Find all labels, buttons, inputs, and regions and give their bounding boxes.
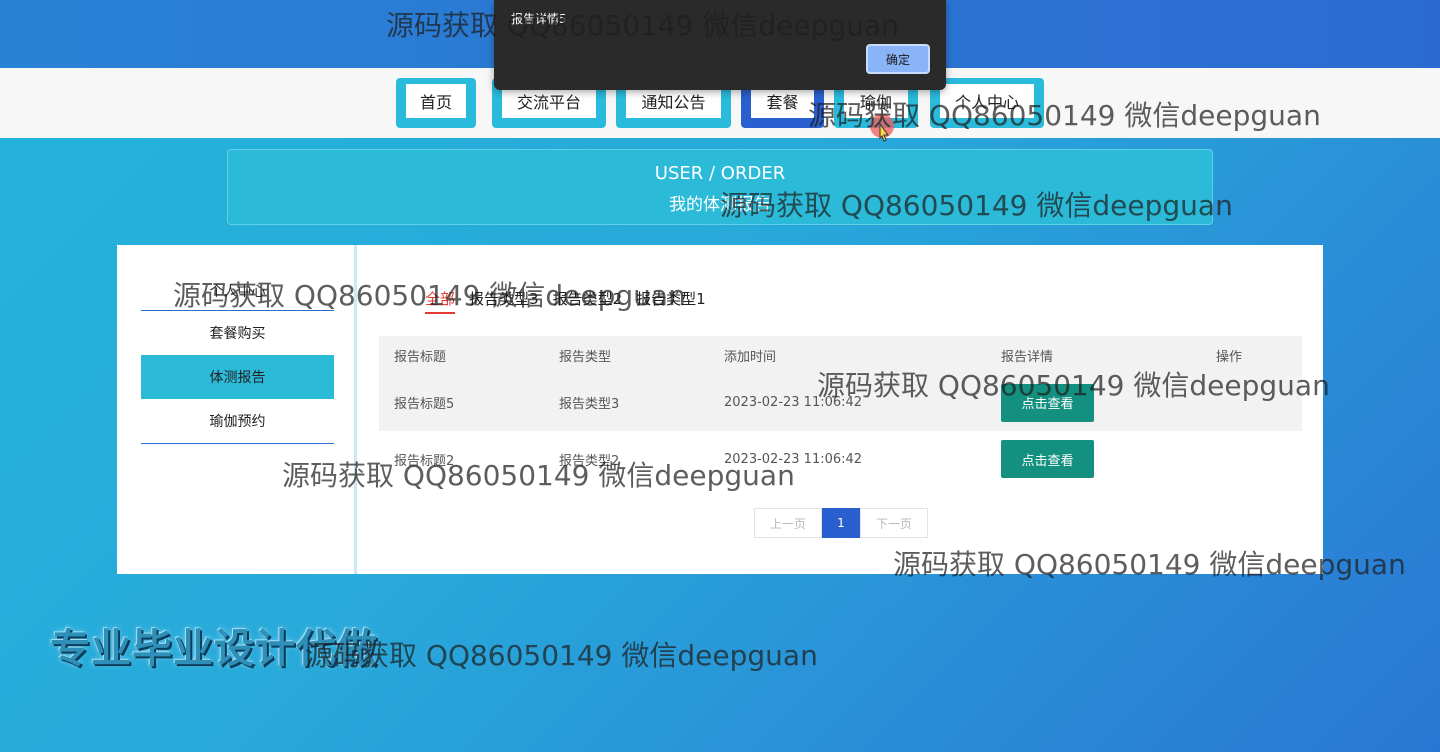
nav-user-center-label: 个人中心: [940, 84, 1034, 118]
nav-home-label: 首页: [406, 84, 466, 118]
sidebar-item-yoga-booking[interactable]: 瑜伽预约: [141, 399, 334, 443]
alert-message: 报告详情5: [511, 12, 567, 26]
row-title: 报告标题5: [394, 397, 455, 412]
promo-footer-text: 专业毕业设计代做: [50, 626, 378, 672]
table-row: 报告标题2 报告类型2 2023-02-23 11:06:42 点击查看: [379, 431, 1302, 487]
column-header-action: 操作: [1216, 349, 1243, 365]
sidebar-item-package-purchase[interactable]: 套餐购买: [141, 311, 334, 355]
alert-ok-button[interactable]: 确定: [866, 44, 930, 74]
column-header-time: 添加时间: [724, 349, 777, 365]
view-detail-button[interactable]: 点击查看: [1001, 440, 1094, 478]
table-header-row: 报告标题 报告类型 添加时间 报告详情 操作: [379, 336, 1302, 374]
tab-report-type-1[interactable]: 报告类型1: [636, 288, 706, 314]
column-header-type: 报告类型: [559, 349, 612, 365]
row-time: 2023-02-23 11:06:42: [724, 451, 863, 467]
tab-all[interactable]: 全部: [425, 288, 456, 314]
row-title: 报告标题2: [394, 453, 455, 469]
column-header-title: 报告标题: [394, 349, 447, 365]
row-detail-cell: 点击查看: [1001, 374, 1094, 431]
banner-subtitle: USER / ORDER: [654, 163, 786, 184]
prev-page-button[interactable]: 上一页: [754, 508, 822, 538]
row-detail-cell: 点击查看: [1001, 431, 1094, 487]
pagination: 上一页 1 下一页: [754, 508, 928, 538]
tab-report-type-2[interactable]: 报告类型2: [553, 288, 623, 314]
sidebar: 个人中心 套餐购买 体测报告 瑜伽预约: [117, 245, 357, 574]
report-table: 报告标题 报告类型 添加时间 报告详情 操作 报告标题5 报告类型3 2023-…: [379, 336, 1302, 487]
banner-title: 我的体测报告: [669, 195, 771, 215]
alert-dialog: 报告详情5 确定: [494, 0, 946, 90]
sidebar-divider: [141, 443, 334, 444]
nav-user-center[interactable]: 个人中心: [930, 78, 1044, 128]
sidebar-title: 个人中心: [141, 271, 334, 311]
next-page-button[interactable]: 下一页: [860, 508, 928, 538]
watermark: 源码获取 QQ86050149 微信deepguan: [305, 639, 818, 672]
nav-home[interactable]: 首页: [396, 78, 476, 128]
view-detail-button[interactable]: 点击查看: [1001, 383, 1094, 422]
current-page-button[interactable]: 1: [822, 508, 860, 538]
tab-report-type-3[interactable]: 报告类型3: [469, 288, 539, 314]
sidebar-item-body-test-report[interactable]: 体测报告: [141, 355, 334, 399]
row-type: 报告类型3: [559, 397, 620, 412]
row-type: 报告类型2: [559, 453, 620, 469]
column-header-detail: 报告详情: [1001, 349, 1054, 365]
page-banner: USER / ORDER 我的体测报告: [227, 149, 1213, 225]
row-time: 2023-02-23 11:06:42: [724, 395, 863, 410]
filter-tabs: 全部 报告类型3 报告类型2 报告类型1: [425, 288, 706, 314]
content-panel: 个人中心 套餐购买 体测报告 瑜伽预约 全部 报告类型3 报告类型2 报告类型1…: [117, 245, 1323, 574]
table-row: 报告标题5 报告类型3 2023-02-23 11:06:42 点击查看: [379, 374, 1302, 431]
